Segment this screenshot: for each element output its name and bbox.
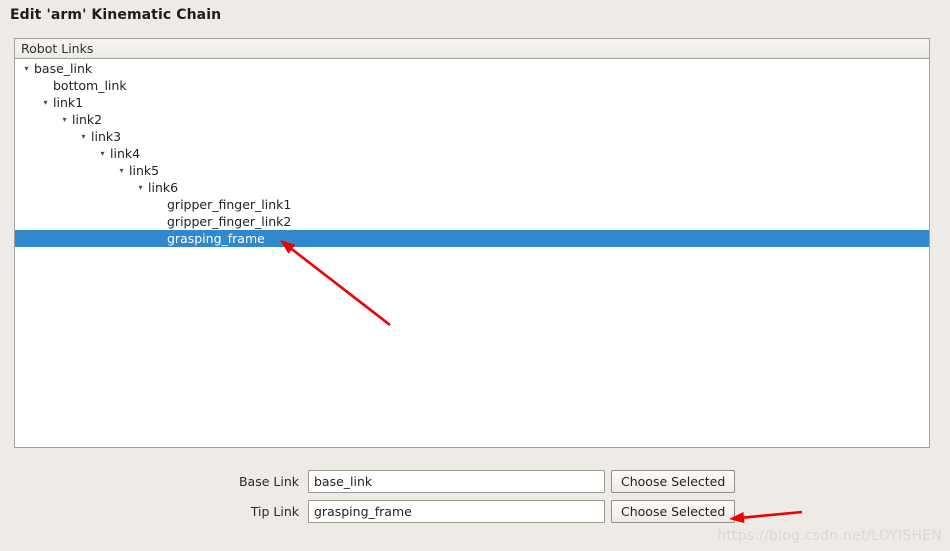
- tip-link-row: Tip Link Choose Selected: [0, 500, 950, 523]
- chevron-down-icon[interactable]: ▾: [38, 98, 53, 107]
- tree-row-label: link6: [148, 180, 179, 195]
- tree-row-label: link4: [110, 146, 141, 161]
- tree-row[interactable]: ▾ link3: [15, 128, 929, 145]
- tip-link-choose-selected-button[interactable]: Choose Selected: [611, 500, 736, 523]
- tree-row[interactable]: ▾grasping_frame: [15, 230, 929, 247]
- chevron-down-icon[interactable]: ▾: [95, 149, 110, 158]
- tip-link-input[interactable]: [308, 500, 605, 523]
- tree-row[interactable]: ▾bottom_link: [15, 77, 929, 94]
- watermark-text: https://blog.csdn.net/LOYISHEN: [717, 528, 942, 544]
- tree-row-label: link3: [91, 129, 122, 144]
- base-link-row: Base Link Choose Selected: [0, 470, 950, 493]
- kinematic-chain-form: Base Link Choose Selected Tip Link Choos…: [0, 470, 950, 530]
- robot-links-tree[interactable]: ▾base_link▾bottom_link▾link1▾link2▾link3…: [15, 59, 929, 447]
- base-link-input[interactable]: [308, 470, 605, 493]
- tree-row[interactable]: ▾ link6: [15, 179, 929, 196]
- robot-links-column-header[interactable]: Robot Links: [15, 39, 929, 59]
- robot-links-header-label: Robot Links: [21, 41, 94, 56]
- tree-row[interactable]: ▾ link4: [15, 145, 929, 162]
- tree-row[interactable]: ▾ link5: [15, 162, 929, 179]
- chevron-down-icon[interactable]: ▾: [133, 183, 148, 192]
- base-link-choose-selected-button[interactable]: Choose Selected: [611, 470, 736, 493]
- tree-row[interactable]: ▾gripper_finger_link2: [15, 213, 929, 230]
- tree-row[interactable]: ▾ link1: [15, 94, 929, 111]
- tree-row-label: grasping_frame: [167, 231, 265, 246]
- chevron-down-icon[interactable]: ▾: [114, 166, 129, 175]
- chevron-down-icon[interactable]: ▾: [19, 64, 34, 73]
- tree-row-label: gripper_finger_link2: [167, 214, 292, 229]
- tree-row-label: link1: [53, 95, 84, 110]
- tree-leaf-spacer-icon: ▾: [152, 218, 167, 226]
- tree-row-label: gripper_finger_link1: [167, 197, 292, 212]
- tree-leaf-spacer-icon: ▾: [152, 235, 167, 243]
- base-link-label: Base Link: [238, 474, 299, 489]
- page-title: Edit 'arm' Kinematic Chain: [10, 7, 222, 23]
- tree-row[interactable]: ▾ link2: [15, 111, 929, 128]
- tree-row-label: base_link: [34, 61, 93, 76]
- tree-row-label: link2: [72, 112, 103, 127]
- tree-row[interactable]: ▾gripper_finger_link1: [15, 196, 929, 213]
- chevron-down-icon[interactable]: ▾: [76, 132, 91, 141]
- tree-row-label: bottom_link: [53, 78, 127, 93]
- tree-row-label: link5: [129, 163, 160, 178]
- tree-leaf-spacer-icon: ▾: [38, 82, 53, 90]
- tip-link-label: Tip Link: [250, 504, 299, 519]
- robot-links-panel: Robot Links ▾base_link▾bottom_link▾link1…: [14, 38, 930, 448]
- chevron-down-icon[interactable]: ▾: [57, 115, 72, 124]
- tree-row[interactable]: ▾ base_link: [15, 60, 929, 77]
- tree-leaf-spacer-icon: ▾: [152, 201, 167, 209]
